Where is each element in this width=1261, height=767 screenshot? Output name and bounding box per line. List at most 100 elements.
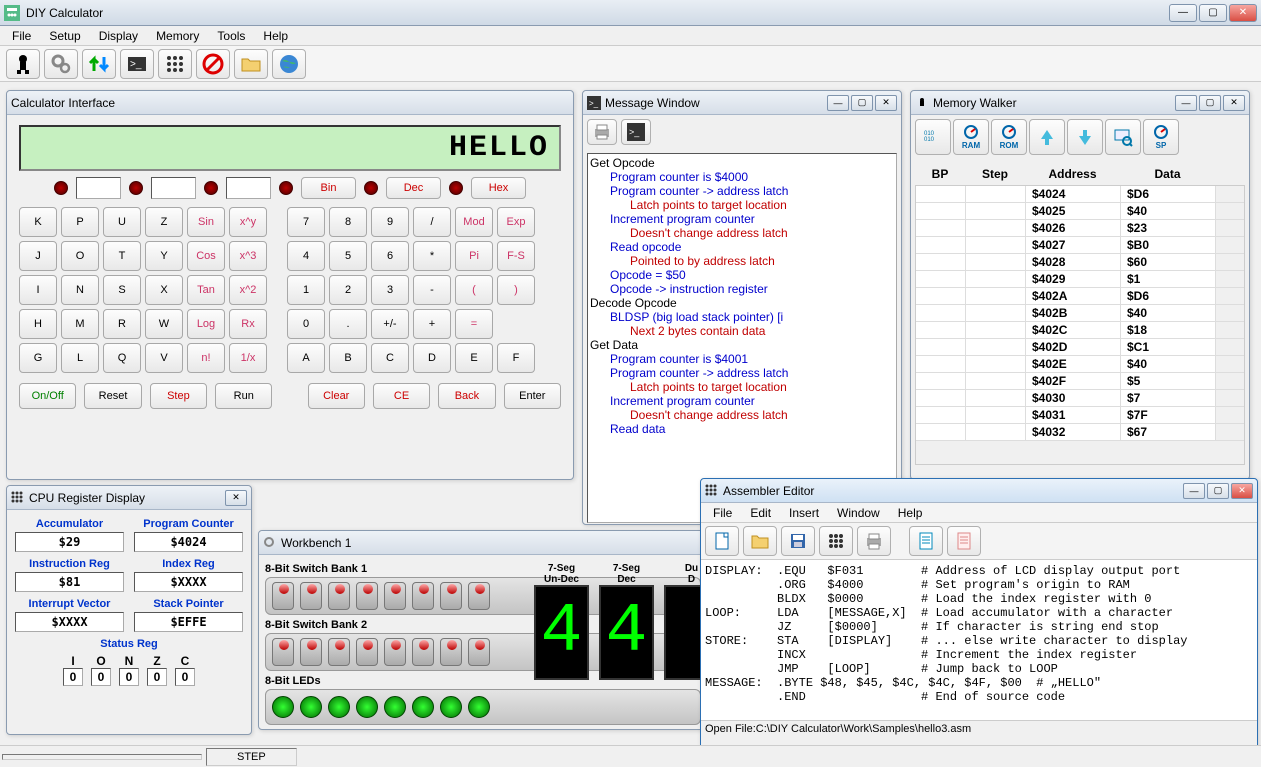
key-)[interactable]: ) [497,275,535,305]
key-N[interactable]: N [61,275,99,305]
key-F-S[interactable]: F-S [497,241,535,271]
key-L[interactable]: L [61,343,99,373]
memory-row[interactable]: $4031$7F [916,407,1244,424]
memory-row[interactable]: $4030$7 [916,390,1244,407]
memw-min-button[interactable]: — [1175,95,1197,111]
down-arrow-icon[interactable] [1067,119,1103,155]
key-7[interactable]: 7 [287,207,325,237]
switch[interactable] [356,582,378,610]
terminal-icon[interactable]: >_ [120,49,154,79]
asm-menu-edit[interactable]: Edit [742,504,779,522]
memory-row[interactable]: $402F$5 [916,373,1244,390]
grid2-icon[interactable] [819,526,853,556]
key-D[interactable]: D [413,343,451,373]
switch[interactable] [272,638,294,666]
search-icon[interactable] [1105,119,1141,155]
key-B[interactable]: B [329,343,367,373]
mode-hex[interactable]: Hex [471,177,526,199]
key-1[interactable]: 1 [287,275,325,305]
key-Y[interactable]: Y [145,241,183,271]
switch[interactable] [300,582,322,610]
memory-row[interactable]: $402A$D6 [916,288,1244,305]
key-X[interactable]: X [145,275,183,305]
key-5[interactable]: 5 [329,241,367,271]
btn-onoff[interactable]: On/Off [19,383,76,409]
switch[interactable] [440,638,462,666]
memory-row[interactable]: $4028$60 [916,254,1244,271]
asm-max-button[interactable]: ▢ [1207,483,1229,499]
key-*[interactable]: * [413,241,451,271]
bin-chip-icon[interactable]: 010010 [915,119,951,155]
key-8[interactable]: 8 [329,207,367,237]
key-Sin[interactable]: Sin [187,207,225,237]
asm-menu-file[interactable]: File [705,504,740,522]
key-3[interactable]: 3 [371,275,409,305]
key-Rx[interactable]: Rx [229,309,267,339]
key-P[interactable]: P [61,207,99,237]
key-6[interactable]: 6 [371,241,409,271]
memory-row[interactable]: $4032$67 [916,424,1244,441]
key-Pi[interactable]: Pi [455,241,493,271]
rom-icon[interactable]: ROM [991,119,1027,155]
mode-dec[interactable]: Dec [386,177,441,199]
key-4[interactable]: 4 [287,241,325,271]
menu-help[interactable]: Help [255,27,296,45]
msg-min-button[interactable]: — [827,95,849,111]
memory-rows[interactable]: $4024$D6$4025$40$4026$23$4027$B0$4028$60… [915,185,1245,465]
message-body[interactable]: Get OpcodeProgram counter is $4000Progra… [587,153,897,523]
key-x^3[interactable]: x^3 [229,241,267,271]
grid-icon[interactable] [158,49,192,79]
run-icon[interactable] [6,49,40,79]
key-Q[interactable]: Q [103,343,141,373]
key-C[interactable]: C [371,343,409,373]
menu-file[interactable]: File [4,27,39,45]
key-E[interactable]: E [455,343,493,373]
asm-menu-help[interactable]: Help [890,504,931,522]
key-1/x[interactable]: 1/x [229,343,267,373]
key-Z[interactable]: Z [145,207,183,237]
key-n![interactable]: n! [187,343,225,373]
doc2-icon[interactable] [947,526,981,556]
btn-run[interactable]: Run [215,383,272,409]
memory-row[interactable]: $402D$C1 [916,339,1244,356]
key-I[interactable]: I [19,275,57,305]
btn-step[interactable]: Step [150,383,207,409]
print2-icon[interactable] [857,526,891,556]
key-U[interactable]: U [103,207,141,237]
switch[interactable] [384,638,406,666]
gears-icon[interactable] [44,49,78,79]
key-2[interactable]: 2 [329,275,367,305]
msg-max-button[interactable]: ▢ [851,95,873,111]
memory-row[interactable]: $402B$40 [916,305,1244,322]
menu-display[interactable]: Display [91,27,146,45]
key-M[interactable]: M [61,309,99,339]
asm-menu-insert[interactable]: Insert [781,504,827,522]
memory-row[interactable]: $4029$1 [916,271,1244,288]
msg-close-button[interactable]: ✕ [875,95,897,111]
key-O[interactable]: O [61,241,99,271]
btn-ce[interactable]: CE [373,383,430,409]
key-Log[interactable]: Log [187,309,225,339]
print-icon[interactable] [587,119,617,145]
key-W[interactable]: W [145,309,183,339]
globe-icon[interactable] [272,49,306,79]
switch[interactable] [440,582,462,610]
memory-row[interactable]: $402E$40 [916,356,1244,373]
memory-row[interactable]: $4026$23 [916,220,1244,237]
key-+/-[interactable]: +/- [371,309,409,339]
key-K[interactable]: K [19,207,57,237]
cpu-close-button[interactable]: ✕ [225,490,247,506]
switch[interactable] [412,638,434,666]
switch[interactable] [412,582,434,610]
btn-reset[interactable]: Reset [84,383,141,409]
key-.[interactable]: . [329,309,367,339]
key-A[interactable]: A [287,343,325,373]
console-icon[interactable]: >_ [621,119,651,145]
save-icon[interactable] [781,526,815,556]
key-x^2[interactable]: x^2 [229,275,267,305]
key-S[interactable]: S [103,275,141,305]
key-/[interactable]: / [413,207,451,237]
sp-icon[interactable]: SP [1143,119,1179,155]
menu-setup[interactable]: Setup [41,27,88,45]
key-T[interactable]: T [103,241,141,271]
